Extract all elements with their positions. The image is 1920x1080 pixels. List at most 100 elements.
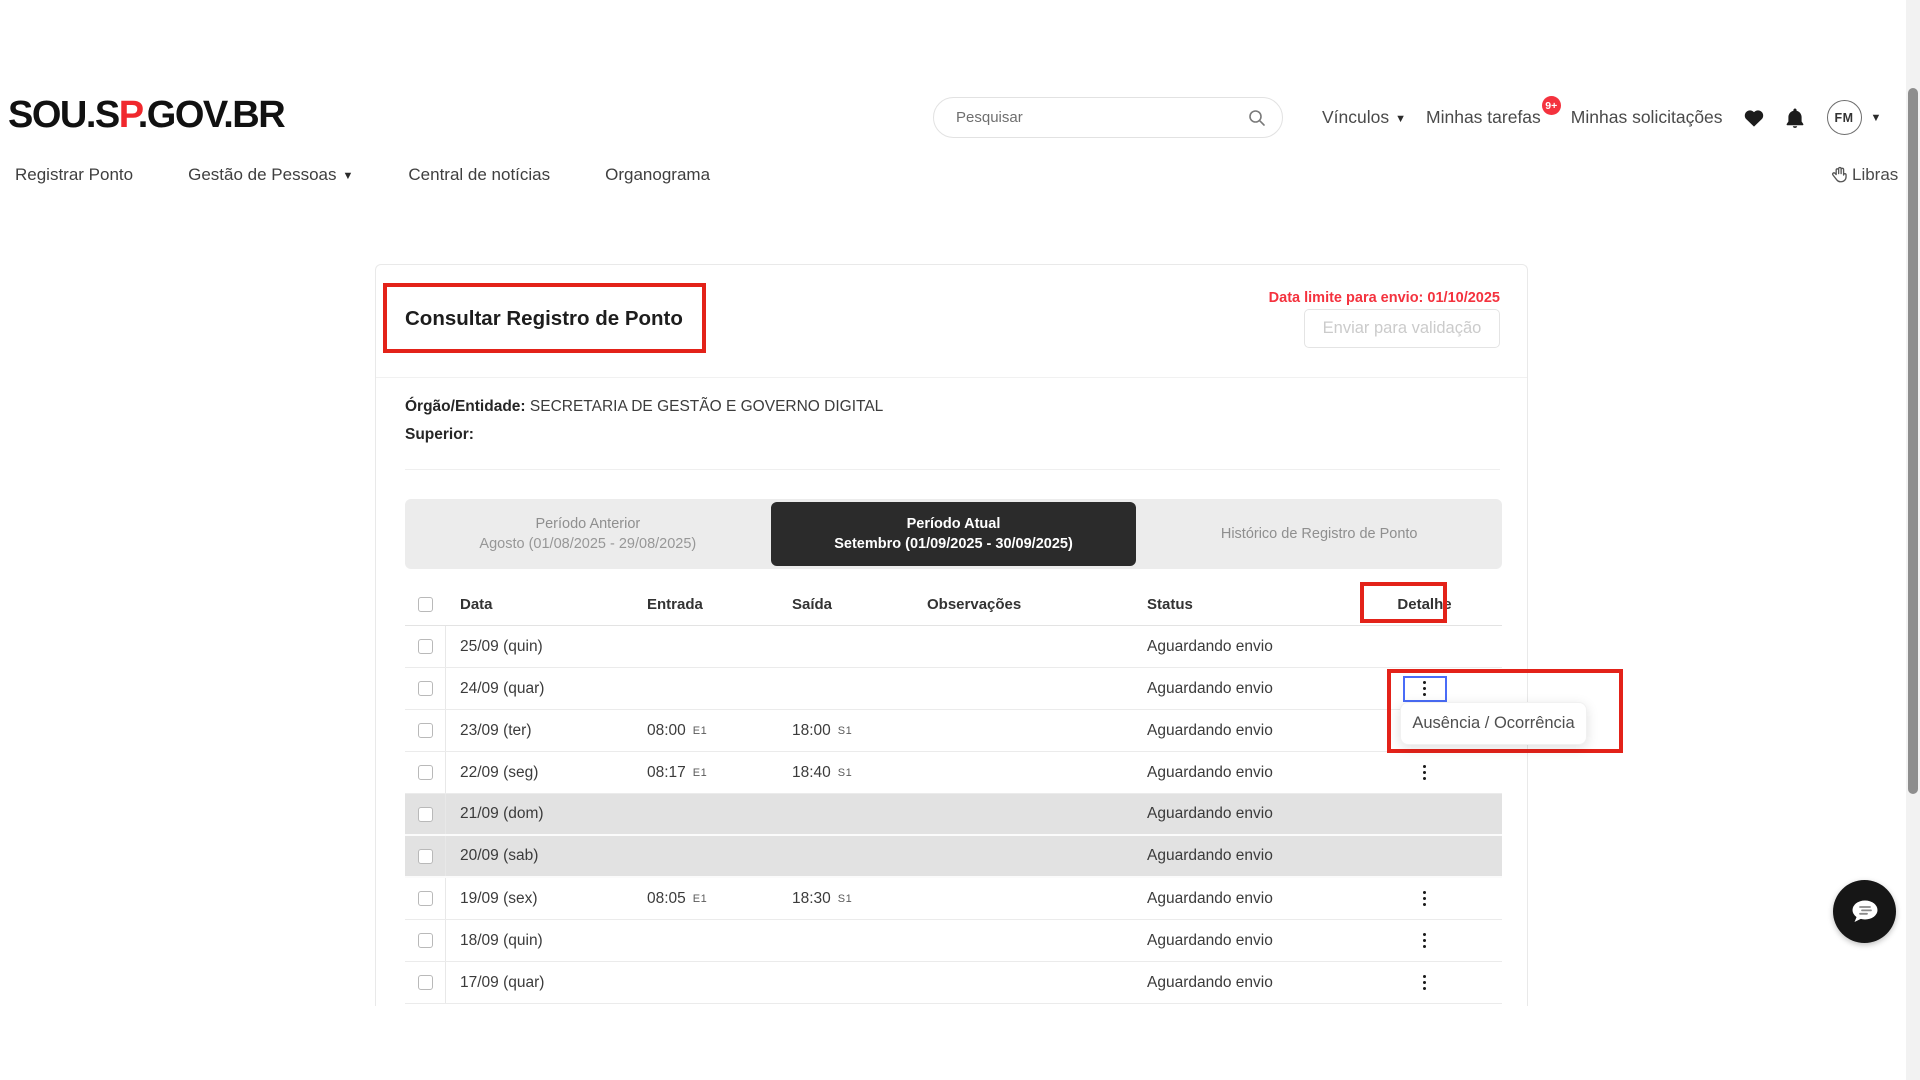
observacoes-cell [887, 836, 1132, 876]
status-cell: Aguardando envio [1132, 626, 1347, 667]
registro-ponto-card: Consultar Registro de Ponto Data limite … [375, 264, 1528, 1006]
orgao-label: Órgão/Entidade: [405, 398, 526, 415]
saida-time: 18:40 [792, 764, 831, 782]
saida-cell [777, 962, 887, 1003]
status-cell: Aguardando envio [1132, 710, 1347, 751]
status-cell: Aguardando envio [1132, 668, 1347, 709]
detalhe-cell [1347, 836, 1502, 876]
checkbox-cell [405, 878, 446, 919]
deadline-text: Data limite para envio: 01/10/2025 [1269, 290, 1500, 306]
saida-tag: S1 [838, 725, 852, 737]
page-title: Consultar Registro de Ponto [405, 307, 683, 331]
table-row: 25/09 (quin)Aguardando envio [405, 626, 1502, 668]
checkbox-cell [405, 794, 446, 834]
nav-organograma[interactable]: Organograma [605, 165, 710, 185]
menu-item-ausencia-ocorrencia[interactable]: Ausência / Ocorrência [1412, 714, 1574, 733]
kebab-menu-icon[interactable] [1417, 971, 1433, 995]
row-checkbox[interactable] [418, 723, 433, 738]
kebab-menu-icon[interactable] [1417, 761, 1433, 785]
saida-cell: 18:30S1 [777, 878, 887, 919]
entrada-cell: 08:05E1 [632, 878, 777, 919]
logo-text-govbr: .GOV.BR [138, 94, 284, 136]
observacoes-cell [887, 962, 1132, 1003]
checkbox-cell [405, 626, 446, 667]
tab-periodo-atual[interactable]: Período Atual Setembro (01/09/2025 - 30/… [771, 502, 1137, 566]
row-checkbox[interactable] [418, 807, 433, 822]
date-cell: 17/09 (quar) [446, 962, 632, 1003]
observacoes-cell [887, 752, 1132, 793]
detalhe-cell [1347, 962, 1502, 1003]
logo-text-s: S [95, 94, 119, 136]
favorites-heart-icon[interactable] [1743, 108, 1765, 128]
saida-cell [777, 626, 887, 667]
row-checkbox[interactable] [418, 681, 433, 696]
table-row: 19/09 (sex)08:05E118:30S1 Aguardando envi… [405, 878, 1502, 920]
date-cell: 23/09 (ter) [446, 710, 632, 751]
notifications-bell-icon[interactable] [1785, 107, 1805, 129]
observacoes-cell [887, 668, 1132, 709]
table-row: 22/09 (seg)08:17E118:40S1Aguardando envi… [405, 752, 1502, 794]
saida-cell: 18:00S1 [777, 710, 887, 751]
row-checkbox[interactable] [418, 891, 433, 906]
search-input[interactable] [956, 109, 1248, 126]
col-data: Data [446, 584, 632, 625]
nav-gestao-pessoas[interactable]: Gestão de Pessoas▼ [188, 165, 353, 185]
scrollbar-thumb[interactable] [1908, 88, 1918, 794]
divider [376, 377, 1527, 378]
search-icon[interactable] [1248, 109, 1266, 127]
observacoes-cell [887, 920, 1132, 961]
header-right: Vínculos▼ Minhas tarefas9+ Minhas solici… [1322, 97, 1881, 138]
row-checkbox[interactable] [418, 975, 433, 990]
libras-button[interactable]: Libras [1830, 165, 1898, 185]
table-row: 21/09 (dom)Aguardando envio [405, 794, 1502, 836]
observacoes-cell [887, 878, 1132, 919]
minhas-tarefas-link[interactable]: Minhas tarefas9+ [1426, 107, 1541, 128]
page: SOU.SP.GOV.BR Vínculos▼ Minhas tarefas9+… [0, 0, 1920, 1080]
nav-central-noticias[interactable]: Central de notícias [408, 165, 550, 185]
entrada-time: 08:05 [647, 890, 686, 908]
row-checkbox[interactable] [418, 765, 433, 780]
tab-periodo-anterior[interactable]: Período Anterior Agosto (01/08/2025 - 29… [405, 499, 771, 569]
status-cell: Aguardando envio [1132, 878, 1347, 919]
kebab-menu-icon[interactable] [1417, 677, 1433, 701]
libras-label: Libras [1852, 165, 1898, 185]
row-checkbox[interactable] [418, 849, 433, 864]
checkbox-cell [405, 836, 446, 876]
avatar-chevron-down-icon[interactable]: ▼ [1871, 112, 1882, 124]
kebab-menu-icon[interactable] [1417, 929, 1433, 953]
status-cell: Aguardando envio [1132, 920, 1347, 961]
chat-button[interactable] [1833, 880, 1896, 943]
saida-cell [777, 668, 887, 709]
row-checkbox[interactable] [418, 933, 433, 948]
date-cell: 21/09 (dom) [446, 794, 632, 834]
col-saida: Saída [777, 584, 887, 625]
kebab-focus-ring [1403, 676, 1447, 702]
site-logo[interactable]: SOU.SP.GOV.BR [8, 94, 284, 137]
kebab-menu-icon[interactable] [1417, 887, 1433, 911]
status-cell: Aguardando envio [1132, 962, 1347, 1003]
status-cell: Aguardando envio [1132, 836, 1347, 876]
saida-cell: 18:40 S1 [777, 752, 887, 793]
chevron-down-icon: ▼ [1395, 113, 1406, 125]
enviar-validacao-button[interactable]: Enviar para validação [1304, 309, 1500, 348]
minhas-solicitacoes-link[interactable]: Minhas solicitações [1571, 107, 1723, 128]
checkbox-cell [405, 710, 446, 751]
col-detalhe: Detalhe [1347, 584, 1502, 625]
table-row: 17/09 (quar) Aguardando envio [405, 962, 1502, 1004]
date-cell: 19/09 (sex) [446, 878, 632, 919]
search-box [933, 97, 1283, 138]
table-body: 25/09 (quin)Aguardando envio24/09 (quar)… [405, 626, 1502, 1004]
entrada-cell [632, 626, 777, 667]
observacoes-cell [887, 794, 1132, 834]
table-row: 20/09 (sab)Aguardando envio [405, 836, 1502, 878]
tab-historico[interactable]: Histórico de Registro de Ponto [1136, 499, 1502, 569]
row-checkbox[interactable] [418, 639, 433, 654]
logo-text-sou: SOU. [8, 94, 95, 136]
saida-tag: S1 [838, 767, 852, 779]
nav-registrar-ponto[interactable]: Registrar Ponto [15, 165, 133, 185]
entrada-cell [632, 962, 777, 1003]
select-all-checkbox[interactable] [418, 597, 433, 612]
vinculos-menu[interactable]: Vínculos▼ [1322, 107, 1406, 128]
user-avatar[interactable]: FM [1827, 100, 1862, 135]
orgao-value: SECRETARIA DE GESTÃO E GOVERNO DIGITAL [530, 398, 883, 415]
